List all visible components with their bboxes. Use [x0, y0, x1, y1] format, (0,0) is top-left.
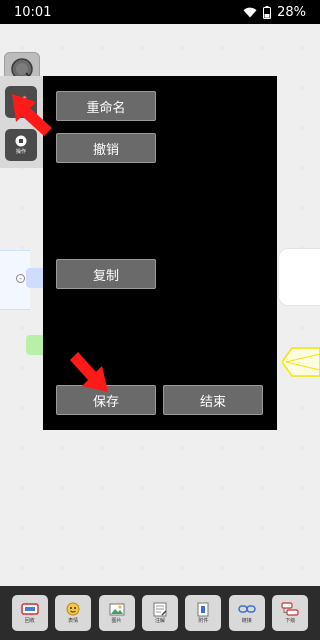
toolbar-button-link[interactable]: 链接 [228, 595, 265, 631]
toolbar-button-subnode[interactable]: 下级 [272, 595, 309, 631]
arrow-pointer-save [70, 352, 108, 392]
picture-icon [108, 602, 126, 616]
toolbar-label: 回收 [24, 618, 35, 624]
toolbar-label: 表情 [68, 618, 79, 624]
battery-percent: 28% [277, 4, 306, 20]
wifi-icon [243, 7, 257, 18]
copy-button[interactable]: 复制 [56, 259, 156, 289]
toolbar-label: 附件 [198, 618, 209, 624]
toolbar-button-attachment[interactable]: 附件 [185, 595, 222, 631]
link-icon [238, 602, 256, 616]
topic-node-yellow[interactable] [282, 346, 320, 378]
toolbar-label: 图片 [111, 618, 122, 624]
status-time: 10:01 [14, 4, 52, 20]
collapse-icon[interactable]: - [16, 274, 25, 283]
topic-node-right[interactable] [278, 248, 320, 306]
toolbar-label: 注解 [154, 618, 165, 624]
status-bar: 10:01 28% [0, 0, 320, 24]
end-button[interactable]: 结束 [163, 385, 263, 415]
status-icons: 28% [243, 5, 306, 20]
sub-node-icon [281, 602, 299, 616]
image-frame-icon [20, 602, 39, 616]
node-tool-label: 操作 [15, 149, 26, 155]
emoji-icon [64, 602, 82, 616]
undo-button[interactable]: 撤销 [56, 133, 156, 163]
bottom-toolbar: 回收 表情 图片 注解 附件 链接 下级 [0, 586, 320, 640]
toolbar-button-picture[interactable]: 图片 [98, 595, 135, 631]
toolbar-label: 下级 [285, 618, 296, 624]
toolbar-button-note[interactable]: 注解 [141, 595, 178, 631]
note-icon [151, 602, 169, 616]
toolbar-button-recycle[interactable]: 回收 [11, 595, 48, 631]
arrow-pointer-pen [12, 94, 52, 136]
toolbar-button-emoji[interactable]: 表情 [55, 595, 92, 631]
topic-node-green[interactable] [26, 335, 44, 355]
battery-icon [263, 5, 272, 19]
topic-node-blue[interactable] [26, 268, 44, 288]
attachment-icon [194, 602, 212, 616]
rename-button[interactable]: 重命名 [56, 91, 156, 121]
toolbar-label: 链接 [241, 618, 252, 624]
